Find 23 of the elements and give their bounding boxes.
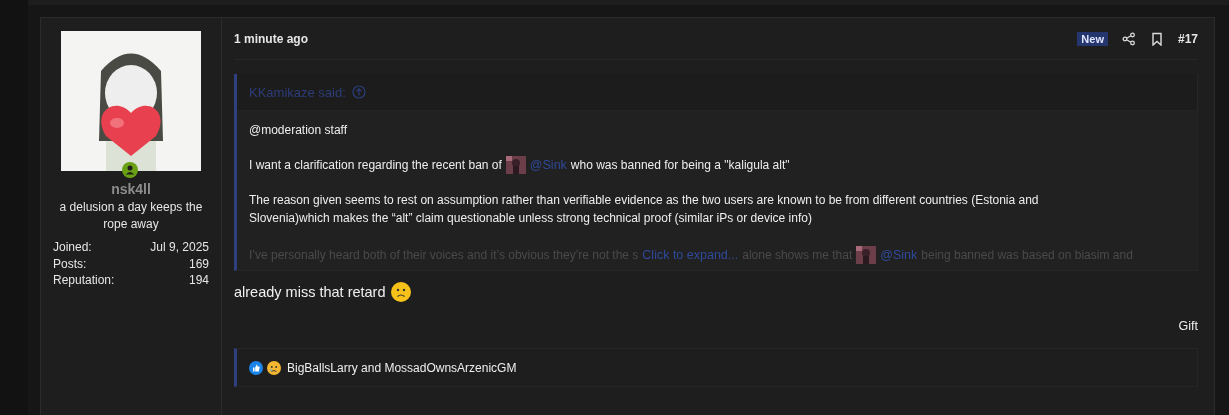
post-time[interactable]: 1 minute ago <box>234 31 1064 46</box>
message-text: already miss that retard <box>234 284 386 300</box>
bookmark-icon[interactable] <box>1149 31 1164 46</box>
user-title: a delusion a day keeps the rope away <box>58 199 204 233</box>
new-badge: New <box>1077 31 1108 46</box>
post-number[interactable]: #17 <box>1177 31 1198 46</box>
share-icon[interactable] <box>1121 31 1136 46</box>
quote-text: who was banned for being a "kaligula alt" <box>570 157 790 174</box>
quote-text: @moderation staff <box>249 122 347 139</box>
sad-face-icon <box>389 281 412 303</box>
stat-label: Posts: <box>53 255 87 272</box>
crying-face-icon <box>267 360 281 375</box>
reaction-users-link[interactable]: BigBallsLarry and MossadOwnsArzenicGM <box>287 360 517 375</box>
stat-value: Jul 9, 2025 <box>150 239 209 256</box>
quote-text: I want a clarification regarding the recent ban of <box>249 157 502 174</box>
username[interactable]: nsk4ll <box>111 181 151 197</box>
stat-value: 169 <box>188 255 209 272</box>
quote-text: The reason given seems to rest on assumption rather than verifiable evidence as the two users are known to be from different countries (Estonia and Slovenia)which makes the “alt” claim questionable unless strong technical proof (similar iPs or device info) <box>249 192 1040 227</box>
gift-link[interactable]: Gift <box>1178 319 1198 333</box>
like-icon <box>249 360 263 375</box>
stat-label: Joined: <box>53 239 92 256</box>
stat-value: 194 <box>188 272 209 289</box>
stat-label: Reputation: <box>53 272 115 289</box>
